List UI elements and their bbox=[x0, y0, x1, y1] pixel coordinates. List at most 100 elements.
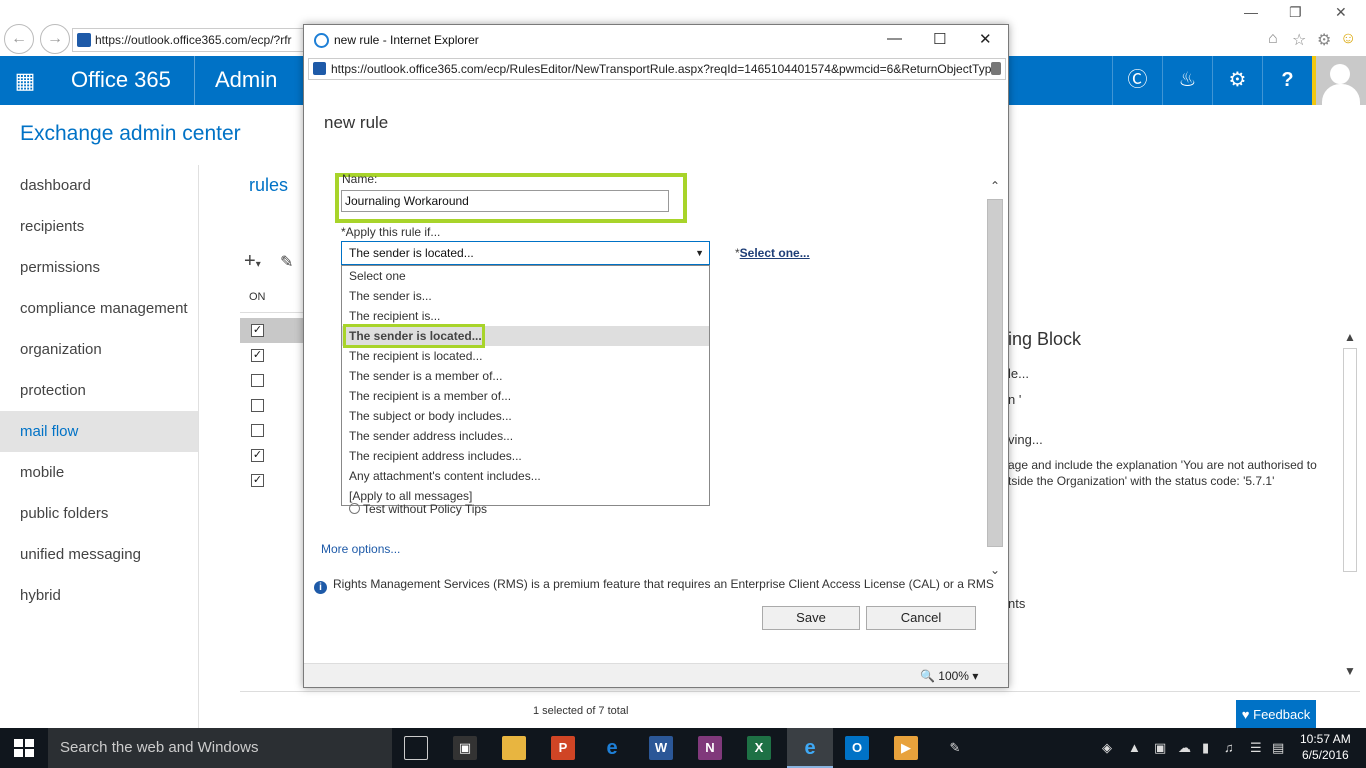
favorites-star-icon[interactable]: ☆ bbox=[1292, 30, 1306, 50]
column-header-on[interactable]: ON bbox=[249, 291, 266, 303]
nav-item-unified-messaging[interactable]: unified messaging bbox=[0, 534, 198, 575]
checkbox-unchecked[interactable] bbox=[251, 424, 264, 437]
save-button[interactable]: Save bbox=[762, 606, 860, 630]
checkbox-checked[interactable]: ✓ bbox=[251, 449, 264, 462]
nav-item-public-folders[interactable]: public folders bbox=[0, 493, 198, 534]
taskbar-search-box[interactable]: Search the web and Windows bbox=[48, 728, 392, 768]
rules-tab[interactable]: rules bbox=[249, 175, 288, 196]
task-view-icon[interactable] bbox=[404, 736, 428, 760]
nav-item-recipients[interactable]: recipients bbox=[0, 206, 198, 247]
internet-explorer-icon[interactable]: e bbox=[798, 736, 822, 760]
table-row[interactable] bbox=[240, 393, 306, 418]
smiley-feedback-icon[interactable]: ☺ bbox=[1340, 30, 1356, 48]
table-row[interactable]: ✓ bbox=[240, 443, 306, 468]
paint-icon[interactable]: ✎ bbox=[943, 736, 967, 760]
checkbox-unchecked[interactable] bbox=[251, 374, 264, 387]
edge-icon[interactable]: e bbox=[600, 736, 624, 760]
test-without-policy-tips-radio[interactable]: Test without Policy Tips bbox=[349, 502, 487, 516]
onenote-icon[interactable]: N bbox=[698, 736, 722, 760]
scroll-up-icon[interactable]: ▲ bbox=[1342, 330, 1358, 344]
nav-item-mail-flow[interactable]: mail flow bbox=[0, 411, 198, 452]
zoom-control[interactable]: 🔍 100% ▾ bbox=[920, 669, 978, 683]
scroll-up-icon[interactable]: ⌃ bbox=[986, 179, 1004, 193]
dialog-minimize-icon[interactable]: — bbox=[887, 30, 902, 47]
close-icon[interactable]: ✕ bbox=[1335, 4, 1347, 21]
dropdown-option[interactable]: The sender is a member of... bbox=[342, 366, 709, 386]
nav-item-hybrid[interactable]: hybrid bbox=[0, 575, 198, 616]
select-one-link[interactable]: Select one... bbox=[740, 246, 810, 260]
avatar[interactable] bbox=[1312, 56, 1366, 106]
powerpoint-icon[interactable]: P bbox=[551, 736, 575, 760]
nav-item-protection[interactable]: protection bbox=[0, 370, 198, 411]
tray-app-icon[interactable]: ▣ bbox=[1154, 740, 1166, 756]
action-center-icon[interactable]: ▤ bbox=[1272, 740, 1284, 756]
outlook-icon[interactable]: O bbox=[845, 736, 869, 760]
dropdown-option[interactable]: The subject or body includes... bbox=[342, 406, 709, 426]
cancel-button[interactable]: Cancel bbox=[866, 606, 976, 630]
add-rule-plus-icon[interactable]: +▾ bbox=[244, 250, 261, 273]
onedrive-cloud-icon[interactable]: ☁ bbox=[1178, 740, 1191, 756]
wifi-icon[interactable]: ☰ bbox=[1250, 740, 1262, 756]
tray-app-icon[interactable]: ◈ bbox=[1102, 740, 1112, 756]
nav-item-permissions[interactable]: permissions bbox=[0, 247, 198, 288]
nav-item-organization[interactable]: organization bbox=[0, 329, 198, 370]
dropdown-option[interactable]: Any attachment's content includes... bbox=[342, 466, 709, 486]
checkbox-checked[interactable]: ✓ bbox=[251, 324, 264, 337]
volume-icon[interactable]: ♫ bbox=[1224, 740, 1234, 755]
back-arrow-icon[interactable]: ← bbox=[4, 24, 34, 54]
checkbox-checked[interactable]: ✓ bbox=[251, 349, 264, 362]
dropdown-option[interactable]: The sender is... bbox=[342, 286, 709, 306]
table-row[interactable]: ✓ bbox=[240, 468, 306, 493]
brand-label[interactable]: Office 365 bbox=[71, 67, 171, 93]
scroll-thumb[interactable] bbox=[987, 199, 1003, 547]
app-launcher-icon[interactable]: ▦ bbox=[0, 56, 50, 105]
table-row[interactable] bbox=[240, 368, 306, 393]
skype-icon[interactable]: Ⓒ bbox=[1112, 56, 1162, 105]
edit-pencil-icon[interactable]: ✎ bbox=[280, 252, 293, 272]
dropdown-option[interactable]: The recipient is located... bbox=[342, 346, 709, 366]
dropdown-option[interactable]: The sender address includes... bbox=[342, 426, 709, 446]
table-row[interactable]: ✓ bbox=[240, 318, 306, 343]
file-explorer-icon[interactable] bbox=[502, 736, 526, 760]
minimize-icon[interactable]: — bbox=[1244, 4, 1258, 20]
table-row[interactable] bbox=[240, 418, 306, 443]
dropdown-option[interactable]: The recipient is a member of... bbox=[342, 386, 709, 406]
radio-button[interactable] bbox=[349, 503, 360, 514]
battery-icon[interactable]: ▮ bbox=[1202, 740, 1209, 756]
feedback-button[interactable]: ♥ Feedback bbox=[1236, 700, 1316, 730]
restore-icon[interactable]: ❐ bbox=[1289, 4, 1302, 21]
condition-select[interactable]: The sender is located... ▼ bbox=[341, 241, 710, 265]
home-icon[interactable]: ⌂ bbox=[1268, 30, 1278, 48]
dialog-titlebar[interactable]: new rule - Internet Explorer — ☐ ✕ bbox=[304, 25, 1008, 56]
excel-icon[interactable]: X bbox=[747, 736, 771, 760]
tools-gear-icon[interactable]: ⚙ bbox=[1317, 30, 1331, 50]
scroll-track[interactable] bbox=[1343, 348, 1357, 572]
dropdown-option[interactable]: Select one bbox=[342, 266, 709, 286]
background-address-bar[interactable]: https://outlook.office365.com/ecp/?rfr bbox=[72, 28, 304, 52]
dialog-close-icon[interactable]: ✕ bbox=[979, 30, 992, 48]
nav-item-mobile[interactable]: mobile bbox=[0, 452, 198, 493]
word-icon[interactable]: W bbox=[649, 736, 673, 760]
scroll-down-icon[interactable]: ⌄ bbox=[986, 563, 1004, 577]
taskbar-clock[interactable]: 10:57 AM 6/5/2016 bbox=[1300, 731, 1351, 763]
notifications-bell-icon[interactable]: ♨ bbox=[1162, 56, 1212, 105]
settings-gear-icon[interactable]: ⚙ bbox=[1212, 56, 1262, 105]
scroll-down-icon[interactable]: ▼ bbox=[1342, 664, 1358, 678]
app-name[interactable]: Admin bbox=[215, 67, 277, 93]
dialog-address-bar[interactable]: https://outlook.office365.com/ecp/RulesE… bbox=[308, 58, 1006, 80]
details-scrollbar[interactable]: ▲ ▼ bbox=[1342, 330, 1358, 680]
dropdown-option[interactable]: The recipient address includes... bbox=[342, 446, 709, 466]
checkbox-checked[interactable]: ✓ bbox=[251, 474, 264, 487]
store-icon[interactable]: ▣ bbox=[453, 736, 477, 760]
help-icon[interactable]: ? bbox=[1262, 56, 1312, 105]
dropdown-option[interactable]: The recipient is... bbox=[342, 306, 709, 326]
dialog-scrollbar[interactable]: ⌃ ⌄ bbox=[986, 179, 1004, 579]
nav-item-dashboard[interactable]: dashboard bbox=[0, 165, 198, 206]
media-player-icon[interactable]: ▶ bbox=[894, 736, 918, 760]
name-input[interactable]: Journaling Workaround bbox=[341, 190, 669, 212]
checkbox-unchecked[interactable] bbox=[251, 399, 264, 412]
table-row[interactable]: ✓ bbox=[240, 343, 306, 368]
dialog-maximize-icon[interactable]: ☐ bbox=[933, 30, 946, 48]
windows-start-icon[interactable] bbox=[14, 739, 34, 757]
forward-arrow-icon[interactable]: → bbox=[40, 24, 70, 54]
